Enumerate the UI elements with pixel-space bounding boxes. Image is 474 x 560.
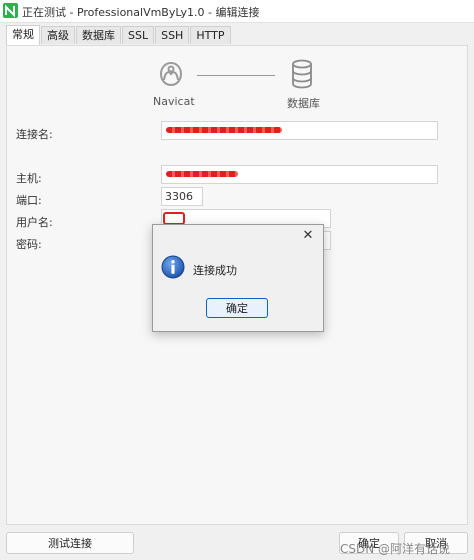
dialog-message: 连接成功 [193, 264, 237, 277]
tab-bar: 常规 高级 数据库 SSL SSH HTTP [6, 25, 232, 45]
port-input[interactable] [161, 187, 203, 206]
tab-advanced[interactable]: 高级 [41, 26, 75, 44]
tab-ssh[interactable]: SSH [155, 26, 190, 44]
connection-line [197, 75, 275, 76]
test-connection-button[interactable]: 测试连接 [6, 532, 134, 554]
port-label: 端口: [16, 194, 42, 207]
host-input[interactable] [161, 165, 438, 184]
host-label: 主机: [16, 172, 42, 185]
close-icon[interactable]: ✕ [301, 229, 315, 243]
database-icon [289, 58, 315, 90]
database-label: 数据库 [287, 97, 320, 110]
connection-name-input[interactable] [161, 121, 438, 140]
dialog-ok-button[interactable]: 确定 [206, 298, 268, 318]
navicat-app-icon [3, 3, 18, 18]
connection-success-dialog: ✕ 连接成功 确定 [152, 224, 324, 332]
title-bar: 正在测试 - ProfessionalVmByLy1.0 - 编辑连接 [0, 0, 474, 23]
info-icon [161, 255, 185, 279]
navicat-label: Navicat [153, 95, 195, 108]
navicat-logo-icon [155, 58, 187, 90]
tab-general[interactable]: 常规 [6, 25, 40, 45]
tab-http[interactable]: HTTP [190, 26, 231, 44]
connection-name-label: 连接名: [16, 128, 53, 141]
tab-databases[interactable]: 数据库 [76, 26, 121, 44]
password-label: 密码: [16, 238, 42, 251]
tab-ssl[interactable]: SSL [122, 26, 155, 44]
window-title: 正在测试 - ProfessionalVmByLy1.0 - 编辑连接 [22, 6, 260, 19]
connection-diagram: Navicat 数据库 [7, 56, 469, 126]
username-label: 用户名: [16, 216, 53, 229]
csdn-watermark: CSDN @阿洋有话说 [340, 542, 451, 556]
